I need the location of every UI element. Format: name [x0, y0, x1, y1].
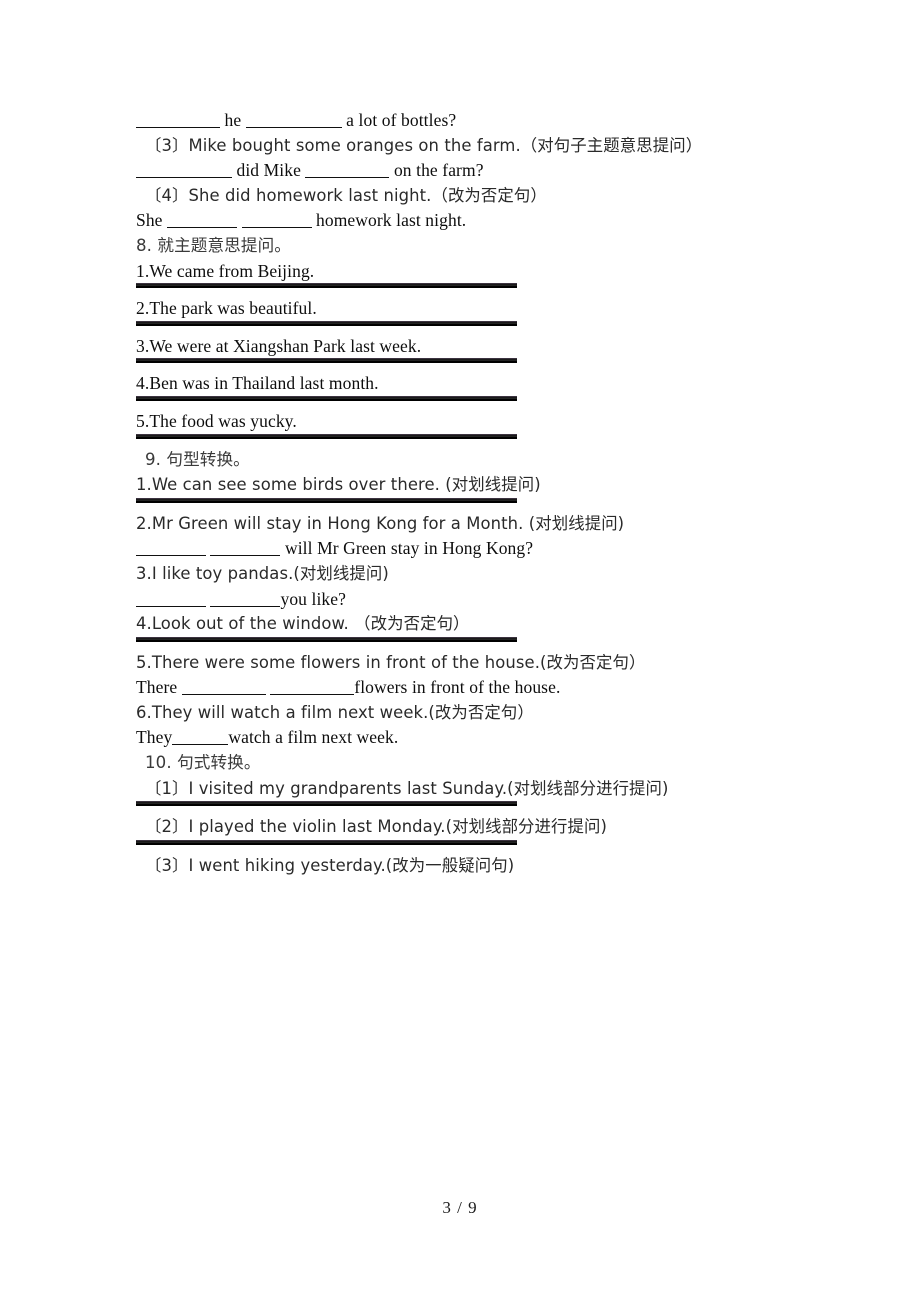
fill-blank[interactable]	[181, 694, 266, 696]
section-9-item-2: 2.Mr Green will stay in Hong Kong for a …	[136, 513, 625, 533]
section-9-item-6-answer-line: They watch a film next week.	[136, 725, 796, 750]
section-9-heading: 9. 句型转换。	[145, 449, 250, 469]
fill-blank[interactable]	[241, 227, 312, 229]
section-9-item-1: 1.We can see some birds over there. (对划线…	[136, 475, 541, 495]
q4-prefix-text: She	[136, 210, 163, 231]
item2-suffix-text: will Mr Green stay in Hong Kong?	[284, 538, 534, 559]
fill-blank[interactable]	[136, 127, 220, 128]
section-9-item-4: 4.Look out of the window. （改为否定句）	[136, 614, 470, 634]
fill-blank[interactable]	[167, 227, 238, 229]
page-number: 3 / 9	[442, 1198, 478, 1217]
q2-suffix-text: a lot of bottles?	[346, 110, 457, 130]
section-9-item-3: 3.I like toy pandas.(对划线提问)	[136, 563, 389, 583]
document-body: he a lot of bottles? 〔3〕Mike bought some…	[136, 108, 796, 878]
section-10-heading: 10. 句式转换。	[145, 753, 261, 773]
section-8-item-3: 3.We were at Xiangshan Park last week.	[136, 335, 422, 356]
section-8-item-4: 4.Ben was in Thailand last month.	[136, 373, 379, 394]
question-4-answer-line: She homework last night.	[136, 208, 796, 233]
fill-blank[interactable]	[305, 177, 390, 179]
fill-blank[interactable]	[210, 555, 281, 557]
fill-blank[interactable]	[136, 605, 206, 607]
section-10-item-2: 〔2〕I played the violin last Monday.(对划线部…	[145, 817, 608, 837]
section-8-item-5: 5.The food was yucky.	[136, 410, 297, 431]
item6-suffix-text: watch a film next week.	[228, 727, 399, 748]
question-4-prompt: 〔4〕She did homework last night.（改为否定句）	[145, 185, 547, 205]
section-9-item-6: 6.They will watch a film next week.(改为否定…	[136, 702, 534, 722]
q3-mid-text: did Mike	[236, 160, 301, 181]
section-9-item-5-answer-line: There flowers in front of the house.	[136, 675, 796, 700]
fill-blank[interactable]	[245, 127, 342, 128]
question-3-answer-line: did Mike on the farm?	[136, 158, 796, 183]
fill-blank[interactable]	[136, 177, 232, 179]
section-8-item-1: 1.We came from Beijing.	[136, 260, 315, 281]
item6-prefix-text: They	[136, 727, 173, 748]
question-3-prompt: 〔3〕Mike bought some oranges on the farm.…	[145, 135, 703, 155]
q2-mid-text: he	[224, 110, 242, 130]
document-page: he a lot of bottles? 〔3〕Mike bought some…	[0, 0, 920, 1302]
fill-blank[interactable]	[136, 555, 206, 557]
section-9-item-5: 5.There were some flowers in front of th…	[136, 652, 646, 672]
section-9-item-3-answer-line: you like?	[136, 587, 796, 612]
item3-suffix-text: you like?	[280, 588, 347, 609]
fill-blank[interactable]	[210, 605, 281, 607]
fill-blank[interactable]	[270, 694, 355, 696]
section-8-heading: 8. 就主题意思提问。	[136, 235, 291, 255]
item5-prefix-text: There	[136, 677, 178, 698]
section-8-item-2: 2.The park was beautiful.	[136, 298, 317, 319]
item5-suffix-text: flowers in front of the house.	[354, 677, 561, 698]
question-2-answer-line: he a lot of bottles?	[136, 108, 796, 133]
section-10-item-3: 〔3〕I went hiking yesterday.(改为一般疑问句)	[145, 855, 515, 875]
fill-blank[interactable]	[172, 744, 229, 746]
q3-suffix-text: on the farm?	[393, 160, 484, 181]
section-10-item-1: 〔1〕I visited my grandparents last Sunday…	[145, 778, 669, 798]
section-9-item-2-answer-line: will Mr Green stay in Hong Kong?	[136, 536, 796, 561]
q4-suffix-text: homework last night.	[316, 210, 467, 231]
